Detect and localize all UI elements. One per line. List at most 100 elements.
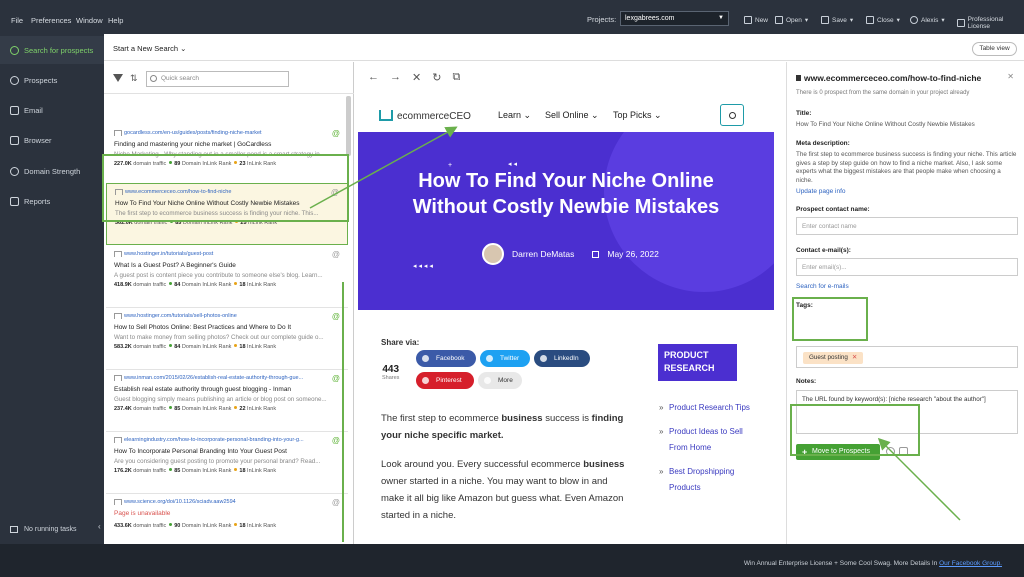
- collapse-sidebar-icon[interactable]: ‹: [98, 522, 101, 531]
- result-url[interactable]: elearningindustry.com/how-to-incorporate…: [114, 437, 342, 443]
- para-text: Look around you. Every successful ecomme…: [381, 459, 584, 470]
- sidebar-item-search-for-prospects[interactable]: Search for prospects: [0, 36, 104, 64]
- traffic-label: domain traffic: [133, 406, 167, 412]
- list-item[interactable]: www.hostinger.in/tutorials/guest-post Wha…: [106, 246, 348, 308]
- inlink-rank-label: InLink Rank: [247, 282, 277, 288]
- rank-dot: [234, 282, 238, 285]
- user-icon: [910, 16, 918, 24]
- running-tasks[interactable]: No running tasks: [10, 526, 77, 533]
- sidebar-item-reports[interactable]: Reports: [0, 187, 104, 215]
- domain-rank-value: 85: [174, 406, 181, 412]
- result-title: Page is unavailable: [114, 510, 171, 517]
- tag-chip[interactable]: Guest posting ✕: [803, 352, 864, 364]
- license-button[interactable]: Professional License: [957, 16, 1024, 30]
- chevron-deco-icon: ◂ ◂: [508, 161, 517, 168]
- back-icon[interactable]: ←: [368, 71, 379, 84]
- traffic-value: 176.2K: [114, 468, 132, 474]
- list-item[interactable]: www.inman.com/2015/02/26/establish-real-…: [106, 370, 348, 432]
- menu-window[interactable]: Window: [76, 16, 103, 25]
- menu-preferences[interactable]: Preferences: [31, 16, 71, 25]
- product-research-box: PRODUCT RESEARCH: [658, 344, 737, 381]
- tags-input[interactable]: Guest posting ✕: [796, 346, 1018, 368]
- product-link[interactable]: Product Research Tips: [659, 400, 759, 416]
- contact-name-input[interactable]: Enter contact name: [796, 217, 1018, 235]
- user-menu[interactable]: Alexis ▾: [910, 16, 945, 24]
- rank-dot: [234, 344, 238, 347]
- close-label: Close: [877, 16, 894, 24]
- sidebar-item-browser[interactable]: Browser: [0, 126, 104, 154]
- share-twitter-button[interactable]: Twitter: [480, 350, 530, 367]
- post-date: May 26, 2022: [607, 249, 659, 259]
- inlink-rank-label: InLink Rank: [247, 523, 277, 529]
- article-body: The first step to ecommerce business suc…: [381, 410, 631, 536]
- start-new-search-dropdown[interactable]: Start a New Search ⌄: [113, 44, 186, 53]
- filter-icon[interactable]: [113, 74, 123, 83]
- project-select[interactable]: lexgabrees.com ▼: [620, 11, 729, 26]
- nav-sell-online[interactable]: Sell Online ⌄: [545, 110, 599, 121]
- site-logo[interactable]: ecommerceCEO: [379, 110, 471, 122]
- sidebar-item-prospects[interactable]: Prospects: [0, 66, 104, 94]
- sidebar-item-label: Prospects: [24, 75, 58, 85]
- list-item[interactable]: www.hostinger.com/tutorials/sell-photos-…: [106, 308, 348, 370]
- rank-dot: [169, 468, 173, 471]
- new-button[interactable]: New: [744, 16, 768, 24]
- para-bold: business: [583, 459, 625, 470]
- close-button[interactable]: Close ▾: [866, 16, 900, 24]
- highlight-move-button: [790, 404, 920, 456]
- result-stats: 433.6K domain traffic 90 Domain InLink Ra…: [114, 523, 342, 529]
- forward-icon[interactable]: →: [390, 71, 401, 84]
- table-view-button[interactable]: Table view: [972, 42, 1017, 56]
- sidebar-item-email[interactable]: Email: [0, 96, 104, 124]
- result-url[interactable]: www.inman.com/2015/02/26/establish-real-…: [114, 375, 342, 381]
- notes-label: Notes:: [796, 378, 817, 385]
- facebook-group-link[interactable]: Our Facebook Group.: [939, 560, 1002, 567]
- product-link[interactable]: Best Dropshipping Products: [659, 464, 759, 496]
- nav-top-picks[interactable]: Top Picks ⌄: [613, 110, 662, 121]
- traffic-label: domain traffic: [133, 282, 167, 288]
- result-url[interactable]: www.hostinger.in/tutorials/guest-post: [114, 251, 342, 257]
- inlink-rank-value: 18: [239, 523, 246, 529]
- result-url[interactable]: www.hostinger.com/tutorials/sell-photos-…: [114, 313, 342, 319]
- save-button[interactable]: Save ▾: [821, 16, 853, 24]
- open-button[interactable]: Open ▾: [775, 16, 808, 24]
- result-description: Guest blogging simply means publishing a…: [114, 396, 327, 403]
- author-name[interactable]: Darren DeMatas: [512, 249, 574, 259]
- sidebar-item-label: Reports: [24, 196, 51, 206]
- menu-bar: File Preferences Window Help Projects: l…: [0, 0, 1024, 34]
- domain-rank-value: 84: [174, 282, 181, 288]
- share-linkedin-button[interactable]: LinkedIn: [534, 350, 590, 367]
- para-text: success is: [542, 413, 592, 424]
- domain-rank-value: 85: [174, 468, 181, 474]
- open-external-icon[interactable]: ⧉: [452, 71, 460, 84]
- remove-tag-icon[interactable]: ✕: [852, 354, 857, 361]
- menu-help[interactable]: Help: [108, 16, 123, 25]
- share-more-button[interactable]: More: [478, 372, 522, 389]
- traffic-value: 433.6K: [114, 523, 132, 529]
- stop-icon[interactable]: ✕: [412, 71, 421, 84]
- update-page-info-link[interactable]: Update page info: [796, 188, 846, 195]
- sort-icon[interactable]: ⇅: [130, 73, 138, 84]
- result-url[interactable]: gocardless.com/en-us/guides/posts/findin…: [114, 130, 342, 136]
- product-link[interactable]: Product Ideas to Sell From Home: [659, 424, 759, 456]
- search-topbar: Start a New Search ⌄ Table view: [104, 34, 1024, 61]
- inlink-rank-label: InLink Rank: [247, 468, 277, 474]
- reload-icon[interactable]: ↻: [432, 71, 441, 84]
- share-pinterest-button[interactable]: Pinterest: [416, 372, 474, 389]
- logo-icon: [379, 110, 393, 121]
- email-status-icon: @: [331, 374, 340, 383]
- close-icon[interactable]: ✕: [1007, 72, 1014, 81]
- result-url[interactable]: www.science.org/doi/10.1126/sciadv.aaw25…: [114, 499, 342, 505]
- nav-learn[interactable]: Learn ⌄: [498, 110, 531, 121]
- menu-file[interactable]: File: [11, 16, 23, 25]
- list-scrollbar[interactable]: [346, 96, 351, 156]
- search-emails-link[interactable]: Search for e-mails: [796, 283, 849, 290]
- quick-search-input[interactable]: Quick search: [146, 71, 289, 87]
- sidebar-item-domain-strength[interactable]: Domain Strength: [0, 157, 104, 185]
- share-facebook-button[interactable]: Facebook: [416, 350, 476, 367]
- email-input[interactable]: Enter email(s)...: [796, 258, 1018, 276]
- tasks-icon: [10, 526, 18, 533]
- list-item[interactable]: elearningindustry.com/how-to-incorporate…: [106, 432, 348, 494]
- tag-label: Guest posting: [809, 354, 848, 361]
- sidebar: Search for prospects Prospects Email Bro…: [0, 34, 104, 544]
- site-search-button[interactable]: [720, 104, 744, 126]
